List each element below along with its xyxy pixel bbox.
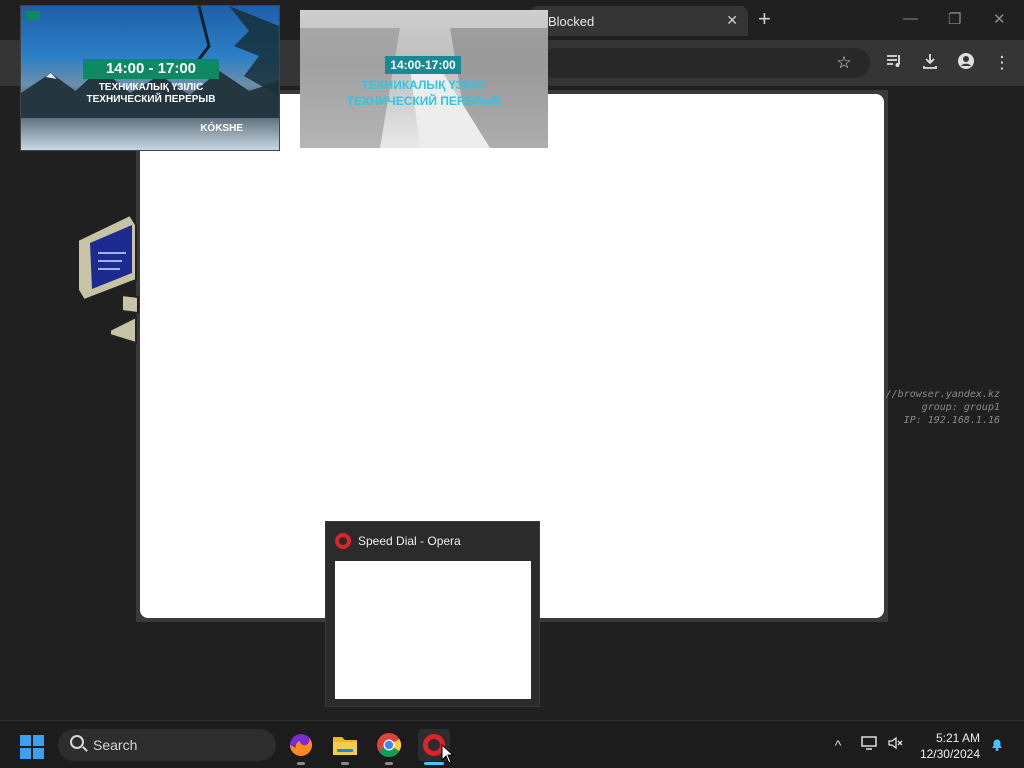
- file-explorer-icon[interactable]: [331, 731, 359, 765]
- broadcast-time-badge: 14:00-17:00: [385, 56, 461, 74]
- kebab-menu-icon[interactable]: ⋮: [991, 52, 1013, 74]
- notification-bell-icon[interactable]: [988, 736, 1006, 754]
- channel-name: KÓKSHE: [200, 123, 243, 134]
- break-title-russian: ТЕХНИЧЕСКИЙ ПЕРЕРЫВ: [346, 94, 502, 108]
- address-bar[interactable]: [540, 48, 870, 78]
- channel-logo-icon: [26, 11, 40, 20]
- clock-date: 12/30/2024: [919, 747, 980, 761]
- tab-blocked[interactable]: Blocked ✕: [530, 6, 748, 36]
- network-icon[interactable]: [860, 736, 878, 754]
- preview-title: Speed Dial - Opera: [358, 534, 461, 548]
- taskbar-search-box[interactable]: Search: [58, 729, 276, 761]
- search-label: Search: [93, 737, 138, 753]
- windows-start-icon[interactable]: [20, 735, 44, 759]
- app-running-indicator: [341, 762, 349, 765]
- tab-title: Blocked: [548, 14, 595, 29]
- search-icon: [70, 735, 84, 749]
- break-title-russian: ТЕХНИЧЕСКИЙ ПЕРЕРЫВ: [86, 94, 216, 105]
- close-window-button[interactable]: ✕: [993, 10, 1006, 28]
- taskbar-window-preview[interactable]: Speed Dial - Opera: [325, 521, 540, 707]
- new-tab-button[interactable]: +: [758, 8, 771, 30]
- computer-illustration-icon: [70, 185, 140, 345]
- break-title-kazakh: ТЕХНИКАЛЫҚ ҮЗІЛІС: [361, 78, 487, 92]
- app-running-indicator: [385, 762, 393, 765]
- chevron-up-icon[interactable]: ^: [829, 736, 847, 754]
- clock-time: 5:21 AM: [935, 731, 980, 745]
- device-info-url: //browser.yandex.kz: [885, 389, 1000, 400]
- chrome-icon[interactable]: [375, 731, 403, 765]
- media-playlist-icon[interactable]: [883, 52, 905, 74]
- mouse-cursor-icon: [441, 744, 455, 764]
- restore-button[interactable]: ❐: [948, 10, 961, 28]
- system-clock[interactable]: 5:21 AM 12/30/2024: [920, 730, 980, 762]
- device-info-group: group: group1: [921, 402, 1000, 413]
- app-running-indicator: [297, 762, 305, 765]
- video-thumbnail-technical-break-1[interactable]: 14:00 - 17:00 ТЕХНИКАЛЫҚ ҮЗІЛІС ТЕХНИЧЕС…: [20, 5, 280, 151]
- minimize-button[interactable]: —: [903, 10, 918, 27]
- volume-muted-icon[interactable]: [886, 736, 904, 754]
- break-title-kazakh: ТЕХНИКАЛЫҚ ҮЗІЛІС: [98, 82, 204, 93]
- profile-icon[interactable]: [955, 52, 977, 74]
- tab-close-button[interactable]: ✕: [726, 12, 738, 29]
- device-info-ip: IP: 192.168.1.16: [903, 415, 1000, 426]
- broadcast-time-badge: 14:00 - 17:00: [83, 59, 219, 79]
- star-icon[interactable]: ☆: [833, 52, 855, 74]
- firefox-icon[interactable]: [287, 731, 315, 765]
- opera-icon: [335, 533, 351, 549]
- device-info: //browser.yandex.kz group: group1 IP: 19…: [886, 388, 1000, 427]
- taskbar: Search ^ 5:21 AM 12/30/2024: [0, 720, 1024, 768]
- download-icon[interactable]: [919, 52, 941, 74]
- preview-thumbnail[interactable]: [335, 561, 531, 699]
- video-thumbnail-technical-break-2[interactable]: 14:00-17:00 ТЕХНИКАЛЫҚ ҮЗІЛІС ТЕХНИЧЕСКИ…: [300, 10, 548, 148]
